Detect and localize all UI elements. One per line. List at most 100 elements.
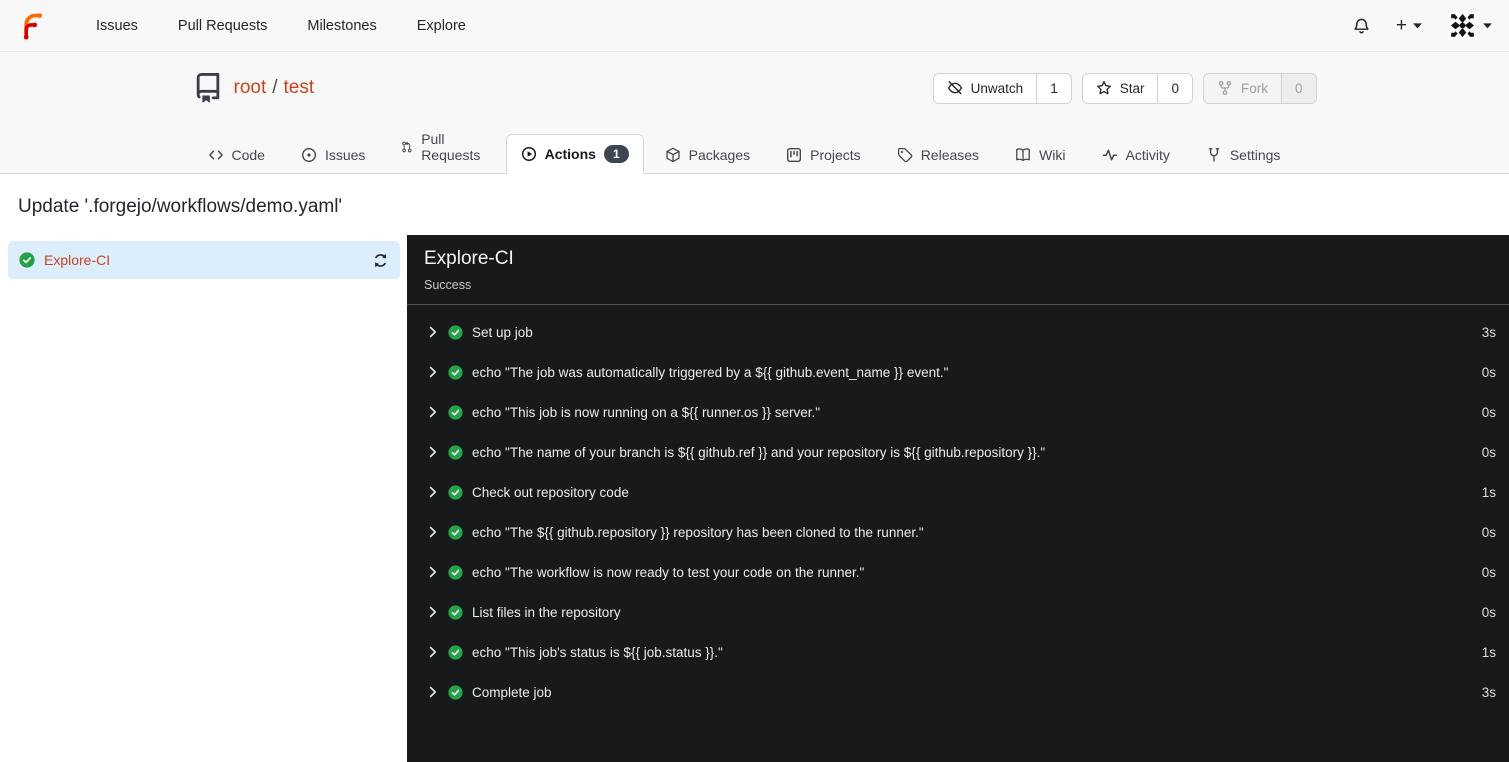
star-button[interactable]: Star 0 bbox=[1081, 72, 1193, 104]
watch-count[interactable]: 1 bbox=[1036, 73, 1071, 103]
chevron-right-icon bbox=[429, 686, 437, 698]
tab-settings[interactable]: Settings bbox=[1191, 136, 1296, 174]
step-label: Check out repository code bbox=[472, 484, 629, 500]
chevron-right-icon bbox=[429, 606, 437, 618]
step-row[interactable]: echo "This job's status is ${{ job.statu… bbox=[407, 632, 1509, 672]
step-label: List files in the repository bbox=[472, 604, 621, 620]
step-row[interactable]: Set up job 3s bbox=[407, 312, 1509, 352]
chevron-right-icon bbox=[429, 326, 437, 338]
unwatch-button[interactable]: Unwatch 1 bbox=[932, 72, 1072, 104]
step-duration: 0s bbox=[1481, 524, 1496, 540]
check-circle-icon bbox=[448, 685, 463, 700]
caret-down-icon bbox=[1413, 23, 1422, 29]
step-duration: 0s bbox=[1481, 364, 1496, 380]
create-new-button[interactable]: + bbox=[1396, 16, 1422, 35]
step-label: echo "The job was automatically triggere… bbox=[472, 364, 949, 380]
wiki-book-icon bbox=[1016, 148, 1030, 162]
chevron-right-icon bbox=[429, 406, 437, 418]
forgejo-logo-icon[interactable] bbox=[17, 10, 48, 41]
repo-path-separator: / bbox=[272, 77, 278, 98]
step-label: echo "The workflow is now ready to test … bbox=[472, 564, 865, 580]
step-row[interactable]: echo "The workflow is now ready to test … bbox=[407, 552, 1509, 592]
nav-link-pull-requests[interactable]: Pull Requests bbox=[158, 18, 287, 34]
check-circle-icon bbox=[448, 445, 463, 460]
caret-down-icon bbox=[1483, 23, 1492, 29]
fork-button: Fork 0 bbox=[1202, 72, 1317, 104]
settings-tool-icon bbox=[1208, 148, 1220, 162]
notifications-bell-button[interactable] bbox=[1353, 17, 1370, 35]
tab-releases[interactable]: Releases bbox=[882, 136, 994, 174]
tag-icon bbox=[897, 147, 912, 163]
repo-owner-link[interactable]: root bbox=[234, 77, 267, 99]
nav-link-milestones[interactable]: Milestones bbox=[287, 18, 396, 34]
chevron-right-icon bbox=[429, 646, 437, 658]
check-circle-icon bbox=[448, 485, 463, 500]
tab-wiki[interactable]: Wiki bbox=[1000, 136, 1080, 174]
step-label: echo "This job is now running on a ${{ r… bbox=[472, 404, 821, 420]
check-circle-icon bbox=[448, 405, 463, 420]
job-list-item-explore-ci[interactable]: Explore-CI bbox=[8, 241, 400, 279]
top-navbar: Issues Pull Requests Milestones Explore … bbox=[0, 0, 1509, 52]
nav-link-issues[interactable]: Issues bbox=[76, 18, 158, 34]
jobs-sidebar: Explore-CI bbox=[0, 235, 407, 279]
star-count[interactable]: 0 bbox=[1157, 73, 1192, 103]
nav-link-explore[interactable]: Explore bbox=[397, 18, 486, 34]
chevron-right-icon bbox=[429, 366, 437, 378]
refresh-icon[interactable] bbox=[372, 252, 389, 269]
step-label: echo "This job's status is ${{ job.statu… bbox=[472, 644, 723, 660]
check-circle-icon bbox=[448, 325, 463, 340]
step-duration: 0s bbox=[1481, 444, 1496, 460]
step-duration: 1s bbox=[1481, 644, 1496, 660]
chevron-right-icon bbox=[429, 566, 437, 578]
tab-pull-requests[interactable]: Pull Requests bbox=[386, 120, 499, 174]
step-row[interactable]: Check out repository code 1s bbox=[407, 472, 1509, 512]
star-label: Star bbox=[1119, 80, 1145, 96]
step-row[interactable]: List files in the repository 0s bbox=[407, 592, 1509, 632]
run-title: Update '.forgejo/workflows/demo.yaml' bbox=[18, 196, 343, 217]
tab-packages[interactable]: Packages bbox=[650, 136, 765, 174]
step-row[interactable]: echo "The name of your branch is ${{ git… bbox=[407, 432, 1509, 472]
fork-icon bbox=[1218, 81, 1232, 95]
check-circle-icon bbox=[19, 252, 35, 268]
activity-pulse-icon bbox=[1102, 149, 1117, 161]
chevron-right-icon bbox=[429, 486, 437, 498]
step-row[interactable]: echo "This job is now running on a ${{ r… bbox=[407, 392, 1509, 432]
tab-actions[interactable]: Actions 1 bbox=[505, 134, 644, 174]
repo-tabs: Code Issues Pull Requests Actions 1 Pack… bbox=[193, 120, 1317, 174]
chevron-right-icon bbox=[429, 446, 437, 458]
step-label: echo "The name of your branch is ${{ git… bbox=[472, 444, 1046, 460]
project-board-icon bbox=[787, 148, 802, 163]
job-name-label: Explore-CI bbox=[44, 252, 111, 268]
tab-issues[interactable]: Issues bbox=[286, 136, 380, 174]
tab-projects[interactable]: Projects bbox=[771, 136, 876, 174]
repo-book-icon bbox=[193, 73, 223, 103]
step-row[interactable]: echo "The ${{ github.repository }} repos… bbox=[407, 512, 1509, 552]
step-duration: 0s bbox=[1481, 564, 1496, 580]
play-circle-icon bbox=[521, 146, 536, 162]
avatar-identicon bbox=[1448, 11, 1477, 40]
step-row[interactable]: Complete job 3s bbox=[407, 672, 1509, 712]
check-circle-icon bbox=[448, 525, 463, 540]
repo-name-link[interactable]: test bbox=[284, 77, 315, 99]
star-icon bbox=[1096, 81, 1111, 95]
eye-slash-icon bbox=[947, 81, 962, 95]
check-circle-icon bbox=[448, 645, 463, 660]
user-menu-button[interactable] bbox=[1448, 11, 1492, 40]
step-duration: 0s bbox=[1481, 404, 1496, 420]
step-duration: 0s bbox=[1481, 604, 1496, 620]
tab-activity[interactable]: Activity bbox=[1087, 136, 1185, 174]
issue-circle-icon bbox=[301, 147, 316, 163]
check-circle-icon bbox=[448, 365, 463, 380]
package-icon bbox=[665, 147, 680, 163]
bell-icon bbox=[1354, 18, 1369, 33]
repo-header: root / test Unwatch 1 Star 0 Fork 0 Code… bbox=[0, 52, 1509, 174]
pull-request-icon bbox=[402, 141, 412, 153]
tab-code[interactable]: Code bbox=[193, 136, 280, 174]
job-status-label: Success bbox=[424, 278, 472, 292]
actions-count-badge: 1 bbox=[603, 145, 629, 163]
job-panel-title: Explore-CI bbox=[424, 248, 514, 269]
job-steps-list: Set up job 3s echo "The job was automati… bbox=[407, 305, 1509, 719]
step-label: Complete job bbox=[472, 684, 552, 700]
step-duration: 3s bbox=[1481, 324, 1496, 340]
step-row[interactable]: echo "The job was automatically triggere… bbox=[407, 352, 1509, 392]
